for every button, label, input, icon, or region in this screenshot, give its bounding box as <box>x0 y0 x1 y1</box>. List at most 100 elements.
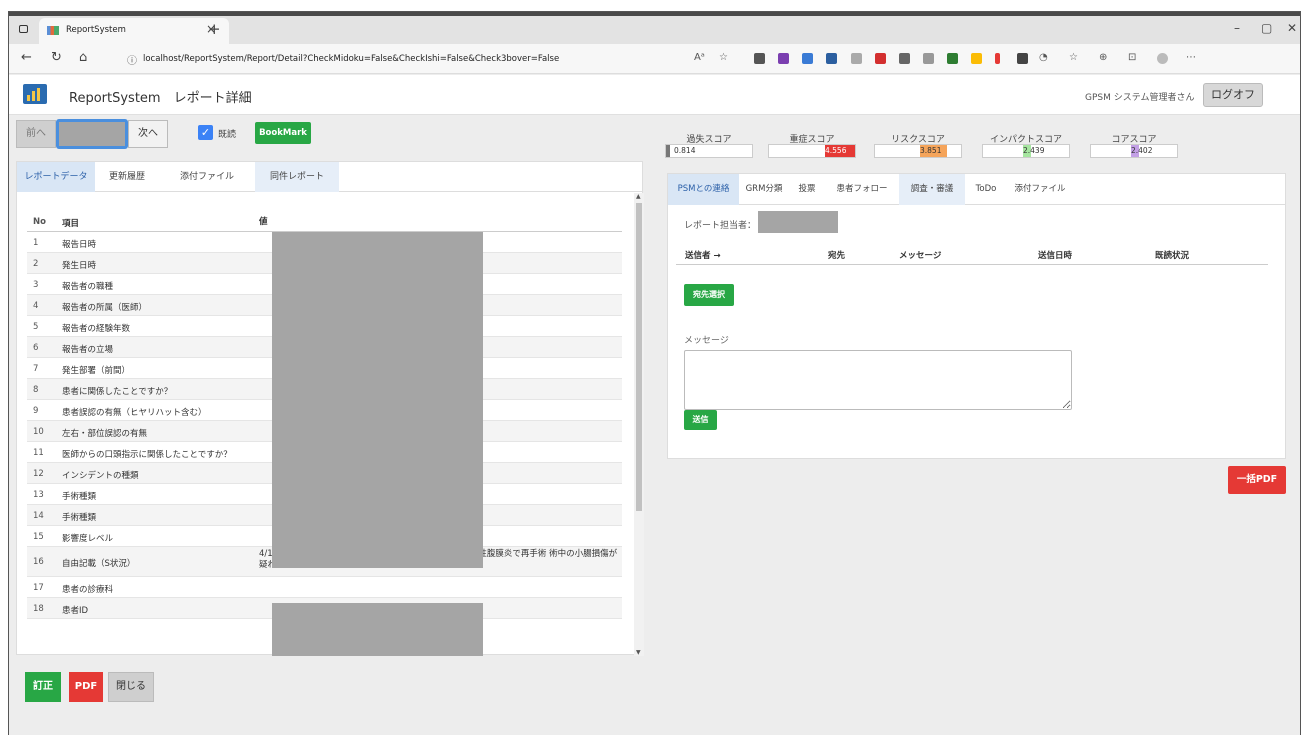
batch-pdf-button[interactable]: 一括PDF <box>1228 466 1286 494</box>
row-no: 2 <box>33 258 39 269</box>
score-value: 2.402 <box>1131 146 1153 155</box>
maximize-button[interactable]: ▢ <box>1261 21 1272 35</box>
profile-avatar[interactable] <box>1157 53 1168 64</box>
row-item: 報告者の職種 <box>62 281 114 292</box>
table-scrollbar[interactable]: ▲ ▼ <box>634 193 644 656</box>
extension-icon[interactable] <box>826 53 837 64</box>
send-button[interactable]: 送信 <box>684 410 717 430</box>
col-message: メッセージ <box>899 251 942 261</box>
row-item: 患者ID <box>62 605 89 616</box>
more-options-icon[interactable]: ⋯ <box>1186 52 1196 63</box>
address-bar: ← ↻ ⌂ ⓘ localhost/ReportSystem/Report/De… <box>9 44 1300 74</box>
extension-icon[interactable] <box>802 53 813 64</box>
col-sender[interactable]: 送信者 → <box>685 249 721 261</box>
tab-patient-follow[interactable]: 患者フォロー <box>825 174 899 205</box>
score-bar: 4.556 <box>768 144 856 158</box>
collections-icon[interactable]: ◔ <box>1039 52 1048 63</box>
score-value: 0.814 <box>674 146 696 155</box>
extension-icon[interactable] <box>923 53 934 64</box>
prev-button[interactable]: 前へ <box>16 120 56 148</box>
tab-related-reports[interactable]: 同件レポート <box>255 162 339 192</box>
close-window-button[interactable]: ✕ <box>1287 21 1297 35</box>
row-item: 自由記載（S状況） <box>62 559 136 569</box>
report-data-panel: レポートデータ 更新履歴 添付ファイル 同件レポート No 項目 値 1 報告日時… <box>16 161 644 656</box>
message-table-header: 送信者 → 宛先 メッセージ 送信日時 既読状況 <box>676 243 1268 265</box>
extension-icon[interactable] <box>875 53 886 64</box>
home-icon[interactable]: ⌂ <box>79 50 87 65</box>
extension-icon[interactable] <box>778 53 789 64</box>
refresh-icon[interactable]: ↻ <box>51 50 62 65</box>
next-button[interactable]: 次へ <box>128 120 168 148</box>
report-data-table: No 項目 値 1 報告日時 2 発生日時 3 報告者の職種 4 報告者の所属（医師） 5 報告者… <box>17 193 629 656</box>
url-field[interactable]: localhost/ReportSystem/Report/Detail?Che… <box>143 54 559 64</box>
scrollbar-thumb[interactable] <box>636 203 642 511</box>
table-row: 17 患者の診療科 <box>27 577 622 598</box>
browser-tab[interactable]: ReportSystem × <box>39 18 229 44</box>
split-screen-icon[interactable]: ⊕ <box>1099 52 1107 63</box>
close-button[interactable]: 閉じる <box>108 672 154 702</box>
col-header-item: 項目 <box>62 219 80 229</box>
tab-todo[interactable]: ToDo <box>965 174 1007 205</box>
select-destination-button[interactable]: 宛先選択 <box>684 284 734 306</box>
scroll-up-icon[interactable]: ▲ <box>636 193 641 200</box>
row-item: 報告者の所属（医師） <box>62 302 148 313</box>
row-no: 16 <box>33 557 44 567</box>
row-no: 18 <box>33 603 44 614</box>
extension-icon[interactable] <box>947 53 958 64</box>
favorite-star-icon[interactable]: ☆ <box>719 52 728 63</box>
window-menu-icon[interactable] <box>19 25 28 33</box>
extension-icon[interactable] <box>1017 53 1028 64</box>
row-item: 報告日時 <box>62 239 97 250</box>
extension-icon[interactable] <box>899 53 910 64</box>
row-no: 14 <box>33 510 44 521</box>
report-id-field[interactable] <box>56 119 128 149</box>
message-input[interactable] <box>684 350 1072 410</box>
row-item: 報告者の経験年数 <box>62 323 131 334</box>
row-no: 3 <box>33 279 39 290</box>
row-no: 4 <box>33 300 39 311</box>
col-destination: 宛先 <box>828 251 846 261</box>
favorites-icon[interactable]: ☆ <box>1069 52 1078 63</box>
extension-icon[interactable] <box>754 53 765 64</box>
row-item: インシデントの種類 <box>62 470 139 481</box>
row-no: 12 <box>33 468 44 479</box>
pdf-button[interactable]: PDF <box>69 672 103 702</box>
site-info-icon[interactable]: ⓘ <box>127 52 137 67</box>
col-sent-at: 送信日時 <box>1038 251 1073 261</box>
logout-button[interactable]: ログオフ <box>1203 83 1263 107</box>
tab-investigation[interactable]: 調査・審議 <box>899 174 965 205</box>
extension-icon[interactable] <box>995 53 1000 64</box>
scroll-down-icon[interactable]: ▼ <box>636 649 641 656</box>
score-value: 4.556 <box>825 146 847 155</box>
browser-window: ReportSystem × + – ▢ ✕ ← ↻ ⌂ ⓘ localhost… <box>8 11 1301 735</box>
score-value: 3.851 <box>920 146 942 155</box>
extension-icon[interactable] <box>971 53 982 64</box>
back-icon[interactable]: ← <box>21 50 32 65</box>
tab-strip: ReportSystem × + – ▢ ✕ <box>9 12 1300 44</box>
row-item: 影響度レベル <box>62 533 114 544</box>
collections-panel-icon[interactable]: ⊡ <box>1128 52 1136 63</box>
extension-icon[interactable] <box>851 53 862 64</box>
row-item: 患者に関係したことですか？ <box>62 386 173 397</box>
new-tab-button[interactable]: + <box>208 20 221 38</box>
row-item: 発生部署（前間） <box>62 365 131 376</box>
read-checkbox-label: 既読 <box>218 130 237 140</box>
tab-update-history[interactable]: 更新履歴 <box>95 162 159 192</box>
read-aloud-icon[interactable]: Aᵃ <box>694 52 705 63</box>
tab-attachments[interactable]: 添付ファイル <box>159 162 255 192</box>
right-tabs: PSMとの連絡 GRM分類 投票 患者フォロー 調査・審議 ToDo 添付ファイ… <box>668 174 1285 205</box>
message-label: メッセージ <box>684 336 729 346</box>
tab-grm-classification[interactable]: GRM分類 <box>739 174 789 205</box>
tab-vote[interactable]: 投票 <box>789 174 825 205</box>
left-tabs: レポートデータ 更新履歴 添付ファイル 同件レポート <box>17 162 642 192</box>
correct-button[interactable]: 訂正 <box>25 672 61 702</box>
row-no: 5 <box>33 321 39 332</box>
tab-right-attachments[interactable]: 添付ファイル <box>1007 174 1073 205</box>
bookmark-button[interactable]: BookMark <box>255 122 311 144</box>
tab-title: ReportSystem <box>66 25 126 35</box>
tab-psm-contact[interactable]: PSMとの連絡 <box>668 174 739 205</box>
tab-report-data[interactable]: レポートデータ <box>17 162 95 192</box>
read-checkbox[interactable]: ✓ <box>198 125 213 140</box>
minimize-button[interactable]: – <box>1234 21 1240 35</box>
row-no: 11 <box>33 447 44 458</box>
